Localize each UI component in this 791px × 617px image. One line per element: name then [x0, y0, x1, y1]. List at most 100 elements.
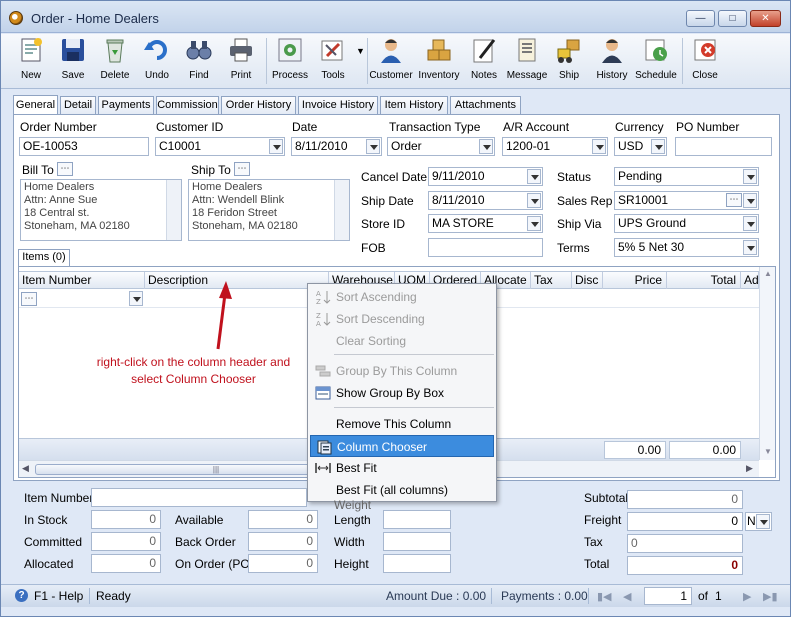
- column-header-tax[interactable]: Tax: [531, 272, 572, 289]
- chevron-down-icon[interactable]: [366, 139, 380, 154]
- ship-date-picker[interactable]: 8/11/2010: [428, 191, 543, 210]
- menu-item-sort-descending[interactable]: ZA Sort Descending: [310, 308, 494, 330]
- tab-general[interactable]: General: [13, 95, 58, 114]
- menu-item-show-group-by-box[interactable]: Show Group By Box: [310, 382, 494, 404]
- process-button[interactable]: Process: [269, 36, 311, 86]
- date-picker[interactable]: 8/11/2010: [291, 137, 382, 156]
- items-tab[interactable]: Items (0): [18, 249, 70, 266]
- column-header-description[interactable]: Description: [145, 272, 329, 289]
- tab-item-history[interactable]: Item History: [380, 96, 448, 114]
- message-button[interactable]: Message: [505, 36, 549, 86]
- item-number-field[interactable]: [91, 488, 307, 507]
- history-button[interactable]: History: [591, 36, 633, 86]
- height-field[interactable]: [383, 554, 451, 573]
- store-id-combo[interactable]: MA STORE: [428, 214, 543, 233]
- tools-button[interactable]: Tools: [313, 36, 353, 86]
- freight-code-combo[interactable]: N: [745, 512, 772, 531]
- column-header-ad[interactable]: Ad: [741, 272, 759, 289]
- print-button[interactable]: Print: [221, 36, 261, 86]
- menu-item-column-chooser[interactable]: Column Chooser: [310, 435, 494, 457]
- column-header-item-number[interactable]: Item Number: [19, 272, 145, 289]
- address-scrollbar[interactable]: [334, 180, 349, 240]
- tab-payments[interactable]: Payments: [98, 96, 154, 114]
- fob-field[interactable]: [428, 238, 543, 257]
- ship-to-lookup-button[interactable]: ⋯: [234, 162, 250, 176]
- menu-item-best-fit[interactable]: Best Fit: [310, 457, 494, 479]
- tab-detail[interactable]: Detail: [60, 96, 96, 114]
- chevron-down-icon[interactable]: [651, 139, 665, 154]
- column-header-price[interactable]: Price: [603, 272, 667, 289]
- help-label[interactable]: F1 - Help: [34, 589, 83, 603]
- inventory-button[interactable]: Inventory: [416, 36, 462, 86]
- terms-combo[interactable]: 5% 5 Net 30: [614, 238, 759, 257]
- menu-item-remove-column[interactable]: Remove This Column: [310, 413, 494, 435]
- bill-to-lookup-button[interactable]: ⋯: [57, 162, 73, 176]
- chevron-down-icon[interactable]: [479, 139, 493, 154]
- customer-button[interactable]: Customer: [369, 36, 413, 86]
- scroll-up-icon[interactable]: ▲: [764, 269, 772, 278]
- grid-vertical-scrollbar[interactable]: ▲ ▼: [759, 267, 775, 460]
- menu-item-clear-sorting[interactable]: Clear Sorting: [310, 330, 494, 352]
- notes-button[interactable]: Notes: [465, 36, 503, 86]
- currency-combo[interactable]: USD: [614, 137, 667, 156]
- sales-rep-lookup-button[interactable]: ⋯: [726, 193, 742, 207]
- freight-field[interactable]: 0: [627, 512, 743, 531]
- schedule-button[interactable]: Schedule: [635, 36, 677, 86]
- width-field[interactable]: [383, 532, 451, 551]
- chevron-down-icon[interactable]: [743, 240, 757, 255]
- undo-button[interactable]: Undo: [137, 36, 177, 86]
- help-icon[interactable]: ?: [15, 589, 28, 602]
- ship-button[interactable]: Ship: [551, 36, 587, 86]
- item-lookup-button[interactable]: ⋯: [21, 292, 37, 306]
- ship-to-address[interactable]: Home Dealers Attn: Wendell Blink 18 Feri…: [188, 179, 350, 241]
- customer-id-combo[interactable]: C10001: [155, 137, 285, 156]
- sales-rep-combo[interactable]: SR10001 ⋯: [614, 191, 759, 210]
- last-page-icon[interactable]: ▶▮: [763, 590, 778, 603]
- menu-item-sort-ascending[interactable]: AZ Sort Ascending: [310, 286, 494, 308]
- length-field[interactable]: [383, 510, 451, 529]
- tab-attachments[interactable]: Attachments: [450, 96, 521, 114]
- po-number-field[interactable]: [675, 137, 772, 156]
- close-window-button[interactable]: ✕: [750, 10, 781, 27]
- ar-account-combo[interactable]: 1200-01: [502, 137, 608, 156]
- tab-commission[interactable]: Commission: [156, 96, 219, 114]
- address-scrollbar[interactable]: [166, 180, 181, 240]
- scroll-left-icon[interactable]: ◀: [22, 463, 29, 474]
- page-number-field[interactable]: 1: [644, 587, 692, 605]
- next-page-icon[interactable]: ▶: [743, 590, 751, 603]
- find-button[interactable]: Find: [179, 36, 219, 86]
- chevron-down-icon[interactable]: [743, 169, 757, 184]
- order-number-field[interactable]: OE-10053: [19, 137, 149, 156]
- chevron-down-icon[interactable]: [129, 291, 143, 306]
- ship-via-combo[interactable]: UPS Ground: [614, 214, 759, 233]
- new-button[interactable]: New: [11, 36, 51, 86]
- column-header-disc[interactable]: Disc: [572, 272, 603, 289]
- chevron-down-icon[interactable]: [592, 139, 606, 154]
- column-header-total[interactable]: Total: [667, 272, 741, 289]
- maximize-button[interactable]: □: [718, 10, 747, 27]
- first-page-icon[interactable]: ▮◀: [597, 590, 612, 603]
- tab-invoice-history[interactable]: Invoice History: [298, 96, 378, 114]
- chevron-down-icon[interactable]: [269, 139, 283, 154]
- delete-button[interactable]: Delete: [95, 36, 135, 86]
- status-combo[interactable]: Pending: [614, 167, 759, 186]
- previous-page-icon[interactable]: ◀: [623, 590, 631, 603]
- close-button[interactable]: Close: [687, 36, 723, 86]
- menu-item-group-by-column[interactable]: Group By This Column: [310, 360, 494, 382]
- chevron-down-icon[interactable]: [743, 193, 757, 208]
- chevron-down-icon[interactable]: [756, 514, 770, 529]
- item-combo[interactable]: [127, 291, 143, 307]
- save-button[interactable]: Save: [53, 36, 93, 86]
- chevron-down-icon[interactable]: [527, 216, 541, 231]
- transaction-type-combo[interactable]: Order: [387, 137, 495, 156]
- minimize-button[interactable]: —: [686, 10, 715, 27]
- chevron-down-icon[interactable]: [527, 169, 541, 184]
- bill-to-address[interactable]: Home Dealers Attn: Anne Sue 18 Central s…: [20, 179, 182, 241]
- tab-order-history[interactable]: Order History: [221, 96, 296, 114]
- scroll-down-icon[interactable]: ▼: [764, 447, 772, 456]
- chevron-down-icon[interactable]: [743, 216, 757, 231]
- scroll-right-icon[interactable]: ▶: [746, 463, 753, 474]
- cancel-date-picker[interactable]: 9/11/2010: [428, 167, 543, 186]
- tools-dropdown-icon[interactable]: ▼: [356, 46, 365, 56]
- chevron-down-icon[interactable]: [527, 193, 541, 208]
